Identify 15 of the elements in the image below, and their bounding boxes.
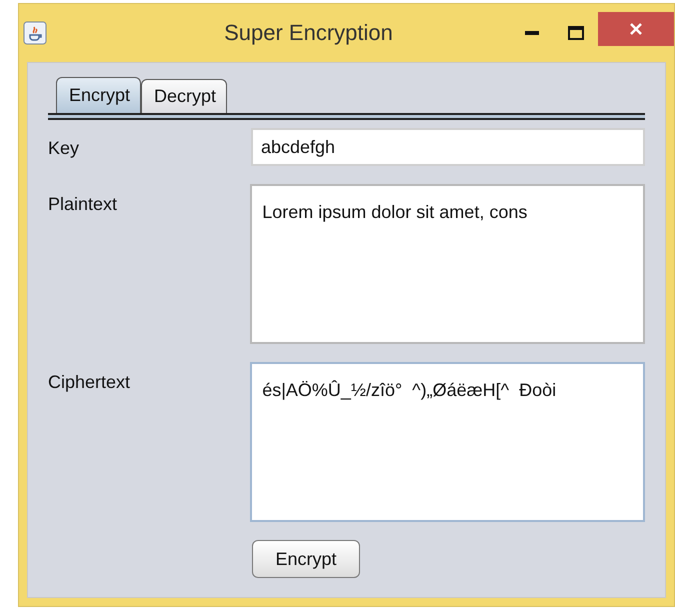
field-label: Ciphertext — [48, 371, 132, 394]
input-field[interactable]: abcdefgh — [250, 128, 645, 166]
field-label: Key — [48, 137, 80, 160]
field-label: Plaintext — [48, 193, 118, 216]
minimize-icon — [525, 31, 539, 35]
java-cup-icon — [23, 21, 47, 45]
text-area[interactable]: és|AÖ%Û_½/zîö° ^)„ØáëæH[^ Ðoòi — [250, 362, 645, 522]
window-title: Super Encryption — [223, 20, 394, 46]
maximize-icon — [568, 26, 584, 40]
text-area[interactable]: Lorem ipsum dolor sit amet, cons — [250, 184, 645, 344]
close-button[interactable] — [598, 12, 674, 46]
close-icon — [629, 22, 643, 36]
tab[interactable]: Encrypt — [56, 77, 142, 113]
tab[interactable]: Decrypt — [141, 79, 228, 113]
encrypt-button[interactable]: Encrypt — [252, 540, 360, 578]
